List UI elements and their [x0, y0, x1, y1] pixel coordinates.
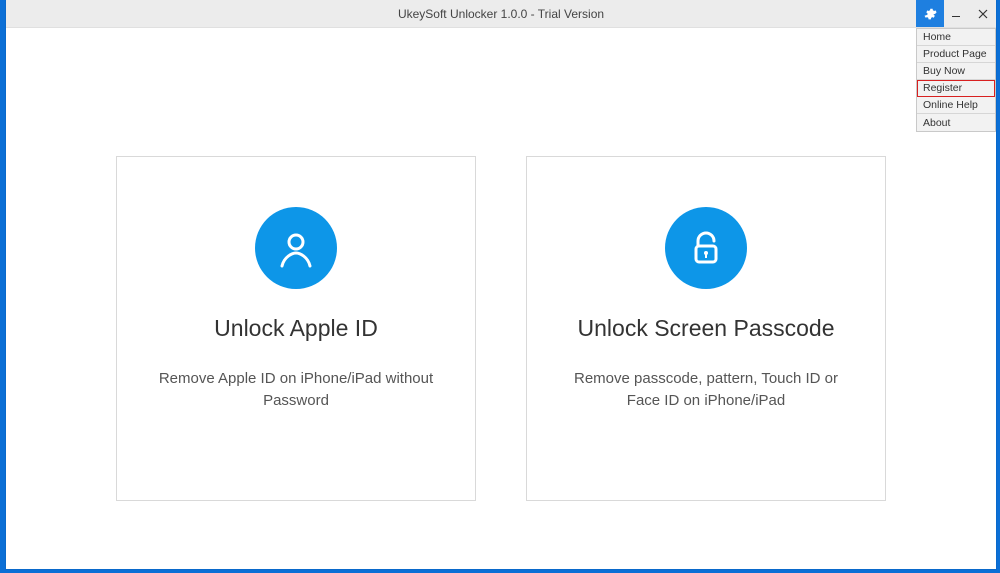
- menu-item-online-help[interactable]: Online Help: [917, 97, 995, 114]
- main-content: Unlock Apple ID Remove Apple ID on iPhon…: [6, 28, 996, 569]
- menu-item-product-page[interactable]: Product Page: [917, 46, 995, 63]
- close-icon: [978, 9, 988, 19]
- minimize-button[interactable]: [944, 0, 970, 27]
- menu-item-register[interactable]: Register: [917, 80, 995, 97]
- app-title: UkeySoft Unlocker 1.0.0 - Trial Version: [398, 7, 604, 21]
- close-button[interactable]: [970, 0, 996, 27]
- card-title-passcode: Unlock Screen Passcode: [578, 315, 835, 342]
- settings-button[interactable]: [916, 0, 944, 27]
- menu-item-buy-now[interactable]: Buy Now: [917, 63, 995, 80]
- card-desc-apple-id: Remove Apple ID on iPhone/iPad without P…: [137, 368, 455, 412]
- app-window: UkeySoft Unlocker 1.0.0 - Trial Version: [6, 0, 996, 569]
- user-icon: [274, 226, 318, 270]
- unlock-screen-passcode-card[interactable]: Unlock Screen Passcode Remove passcode, …: [526, 156, 886, 501]
- minimize-icon: [952, 9, 962, 19]
- user-icon-circle: [255, 207, 337, 289]
- window-controls: [916, 0, 996, 27]
- lock-icon-circle: [665, 207, 747, 289]
- unlock-apple-id-card[interactable]: Unlock Apple ID Remove Apple ID on iPhon…: [116, 156, 476, 501]
- settings-dropdown-menu: HomeProduct PageBuy NowRegisterOnline He…: [916, 28, 996, 132]
- gear-icon: [923, 7, 937, 21]
- card-desc-passcode: Remove passcode, pattern, Touch ID or Fa…: [547, 368, 865, 412]
- titlebar: UkeySoft Unlocker 1.0.0 - Trial Version: [6, 0, 996, 28]
- menu-item-about[interactable]: About: [917, 114, 995, 131]
- card-title-apple-id: Unlock Apple ID: [214, 315, 378, 342]
- unlock-icon: [684, 226, 728, 270]
- menu-item-home[interactable]: Home: [917, 29, 995, 46]
